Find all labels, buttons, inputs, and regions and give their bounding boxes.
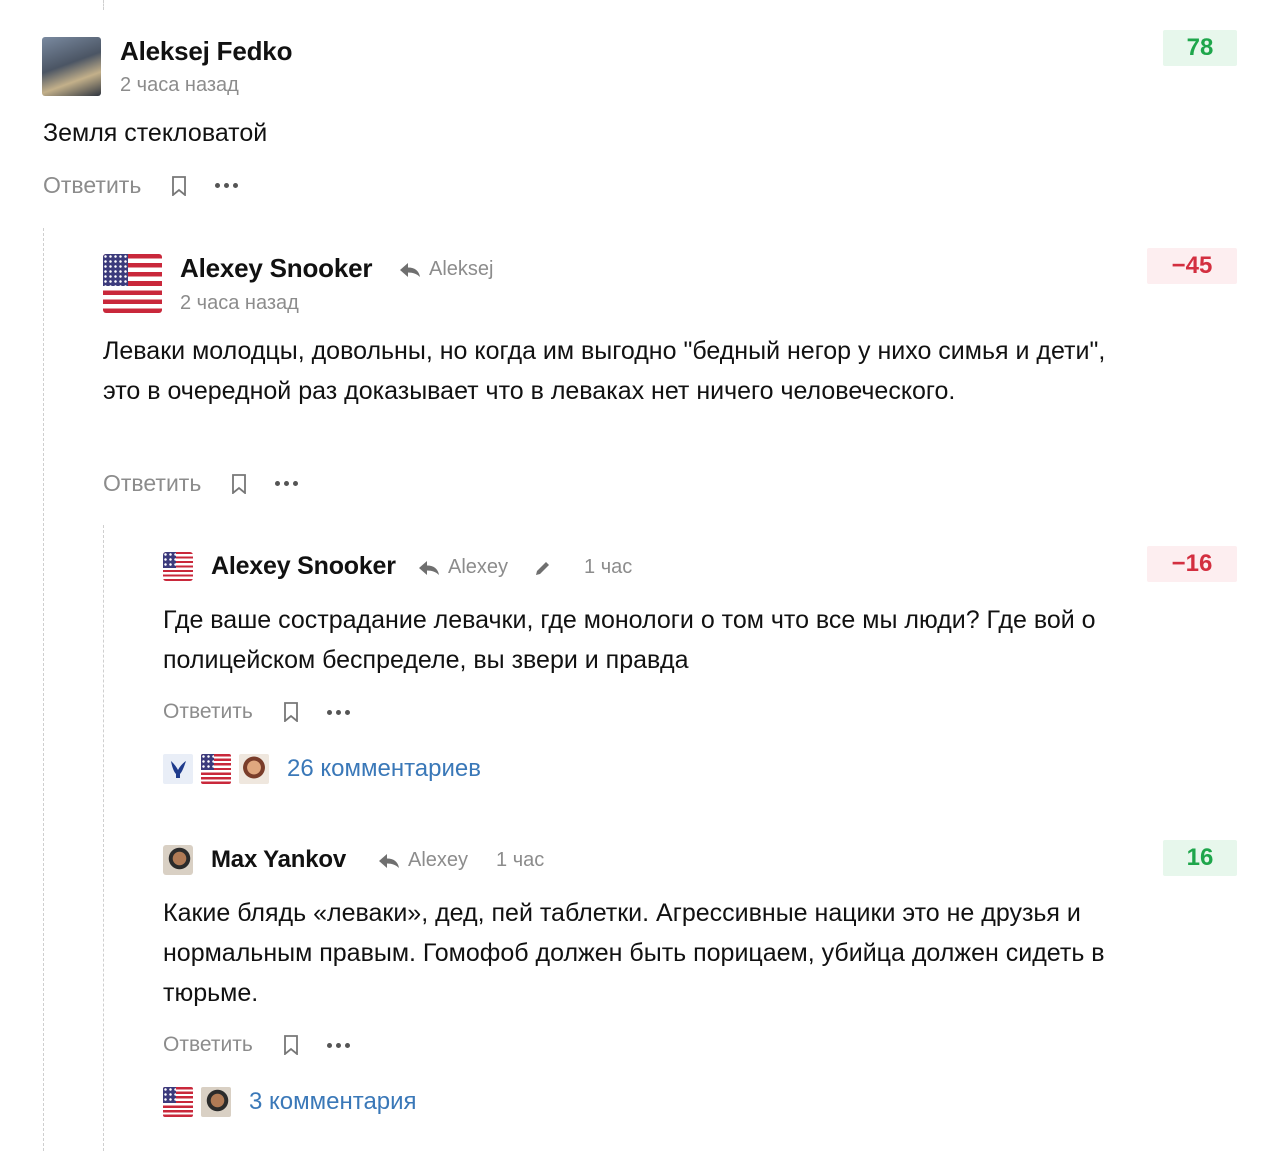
reply-arrow-icon — [399, 262, 421, 278]
thread-line-level-2 — [103, 525, 104, 1151]
replier-avatar — [163, 1087, 193, 1117]
rating-badge: −16 — [1147, 546, 1237, 582]
reply-button[interactable]: Ответить — [163, 700, 253, 724]
avatar[interactable] — [163, 552, 193, 581]
reply-to-name: Alexey — [408, 849, 469, 871]
avatar[interactable] — [163, 845, 193, 875]
comment-time: 2 часа назад — [120, 74, 239, 97]
bookmark-icon[interactable] — [283, 702, 299, 722]
reply-to[interactable]: Aleksej — [399, 258, 493, 281]
reply-to-name: Aleksej — [429, 258, 494, 280]
thread-line-root-top — [103, 0, 104, 10]
avatar[interactable] — [103, 254, 162, 313]
us-flag-icon — [201, 754, 231, 784]
replies-preview[interactable]: 3 комментария — [163, 1087, 417, 1117]
comment-actions: Ответить — [103, 470, 299, 497]
comment-actions: Ответить — [163, 700, 350, 724]
replier-avatar — [201, 754, 231, 784]
thread-line-level-1 — [43, 228, 44, 1151]
reply-button[interactable]: Ответить — [163, 1033, 253, 1057]
comment-text: Земля стекловатой — [43, 119, 268, 147]
reply-button[interactable]: Ответить — [43, 172, 141, 199]
comment-actions: Ответить — [43, 172, 239, 199]
bookmark-icon[interactable] — [231, 473, 247, 494]
comment-author[interactable]: Aleksej Fedko — [120, 36, 292, 67]
more-icon[interactable] — [275, 481, 299, 486]
replier-avatar — [201, 1087, 231, 1117]
reply-button[interactable]: Ответить — [103, 470, 201, 497]
rating-badge: −45 — [1147, 248, 1237, 284]
comment-author[interactable]: Alexey Snooker — [211, 552, 396, 581]
timestamp: 2 часа назад — [120, 74, 239, 96]
us-flag-icon — [103, 254, 162, 313]
comment-author[interactable]: Alexey Snooker — [180, 253, 372, 284]
avatar[interactable] — [42, 37, 101, 96]
replier-avatar — [239, 754, 269, 784]
bookmark-icon[interactable] — [283, 1035, 299, 1055]
more-icon[interactable] — [326, 709, 350, 715]
timestamp: 1 час — [584, 556, 633, 578]
comment-text: Какие блядь «леваки», дед, пей таблетки.… — [163, 899, 1105, 1007]
comment-actions: Ответить — [163, 1033, 350, 1057]
comment-time: 2 часа назад — [180, 292, 299, 315]
replies-count-link[interactable]: 3 комментария — [249, 1088, 417, 1116]
replier-avatar — [163, 754, 193, 784]
pencil-icon — [534, 559, 552, 577]
us-flag-icon — [163, 552, 193, 581]
timestamp: 1 час — [496, 849, 545, 871]
reply-arrow-icon — [418, 560, 440, 576]
comment-text: Где ваше сострадание левачки, где моноло… — [163, 606, 1096, 674]
replies-count-link[interactable]: 26 комментариев — [287, 755, 481, 783]
replies-preview[interactable]: 26 комментариев — [163, 754, 481, 784]
reply-to[interactable]: Alexey 1 час — [378, 849, 544, 872]
comment-text: Леваки молодцы, довольны, но когда им вы… — [103, 337, 1106, 405]
rating-badge: 16 — [1163, 840, 1237, 876]
more-icon[interactable] — [326, 1042, 350, 1048]
timestamp: 2 часа назад — [180, 292, 299, 314]
bookmark-icon[interactable] — [171, 175, 187, 196]
rating-badge: 78 — [1163, 30, 1237, 66]
reply-arrow-icon — [378, 853, 400, 869]
reply-to-name: Alexey — [448, 556, 509, 578]
comment-author[interactable]: Max Yankov — [211, 846, 346, 874]
reply-to[interactable]: Alexey 1 час — [418, 556, 632, 579]
us-flag-icon — [163, 1087, 193, 1117]
more-icon[interactable] — [215, 183, 239, 188]
